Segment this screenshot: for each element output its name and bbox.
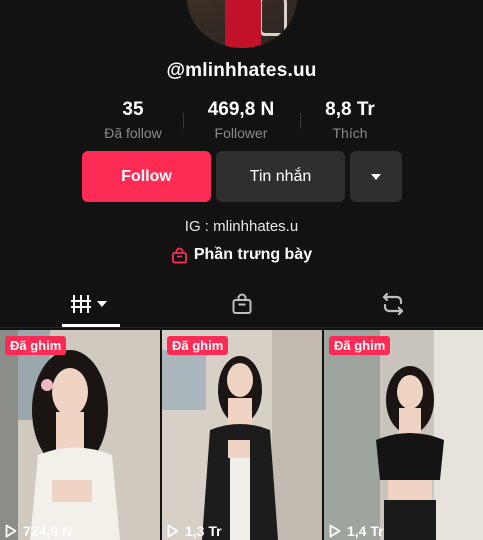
- video-views-count: 724,9 N: [23, 523, 73, 539]
- stat-followers-value: 469,8 N: [207, 99, 275, 120]
- shopping-bag-icon: [232, 293, 251, 314]
- tab-reposts[interactable]: [312, 280, 473, 328]
- pinned-badge: Đã ghim: [167, 336, 229, 355]
- play-icon: [167, 524, 179, 538]
- stat-followers[interactable]: 469,8 N Follower: [181, 99, 301, 141]
- caret-down-icon: [371, 173, 381, 180]
- video-thumbnail[interactable]: Đã ghim 1,3 Tr: [162, 330, 322, 540]
- video-thumbnail[interactable]: Đã ghim 1,4 Tr: [324, 330, 483, 540]
- video-thumbnail-image: [162, 330, 322, 540]
- stat-likes-value: 8,8 Tr: [325, 99, 375, 120]
- video-views-count: 1,4 Tr: [347, 523, 384, 539]
- profile-tabs: [0, 280, 483, 328]
- stat-following[interactable]: 35 Đã follow: [73, 99, 193, 141]
- profile-stats: 35 Đã follow 469,8 N Follower 8,8 Tr Thí…: [0, 99, 483, 145]
- repost-icon: [382, 292, 403, 316]
- tab-shop[interactable]: [161, 280, 322, 328]
- profile-bio: IG : mlinhhates.u: [184, 218, 299, 235]
- tab-videos[interactable]: [10, 280, 171, 328]
- video-views: 1,3 Tr: [167, 523, 222, 539]
- profile-avatar[interactable]: [187, 0, 297, 48]
- avatar-chair: [259, 0, 287, 36]
- play-icon: [5, 524, 17, 538]
- stat-following-label: Đã follow: [104, 125, 162, 141]
- showcase-label: Phần trưng bày: [193, 246, 313, 263]
- play-icon: [329, 524, 341, 538]
- more-options-button[interactable]: [350, 151, 402, 202]
- stat-likes[interactable]: 8,8 Tr Thích: [290, 99, 410, 141]
- message-button[interactable]: Tin nhắn: [216, 151, 345, 202]
- stat-likes-label: Thích: [332, 125, 368, 141]
- active-tab-indicator: [62, 324, 120, 327]
- pinned-badge: Đã ghim: [5, 336, 67, 355]
- avatar-figure: [225, 0, 261, 48]
- video-views: 724,9 N: [5, 523, 72, 539]
- video-thumbnail-image: [0, 330, 160, 540]
- grid-videos-icon: [70, 295, 107, 313]
- video-grid: Đã ghim 724,9 N Đã ghim 1,3 Tr Đã ghim 1…: [0, 330, 483, 540]
- showcase-link[interactable]: Phần trưng bày: [0, 246, 483, 264]
- video-views-count: 1,3 Tr: [185, 523, 222, 539]
- video-thumbnail[interactable]: Đã ghim 724,9 N: [0, 330, 160, 540]
- stat-followers-label: Follower: [214, 125, 268, 141]
- follow-button[interactable]: Follow: [82, 151, 211, 202]
- pinned-badge: Đã ghim: [329, 336, 391, 355]
- shopping-bag-icon: [171, 247, 187, 263]
- video-views: 1,4 Tr: [329, 523, 384, 539]
- video-thumbnail-image: [324, 330, 483, 540]
- stat-following-value: 35: [122, 99, 144, 120]
- profile-username: @mlinhhates.uu: [166, 60, 317, 81]
